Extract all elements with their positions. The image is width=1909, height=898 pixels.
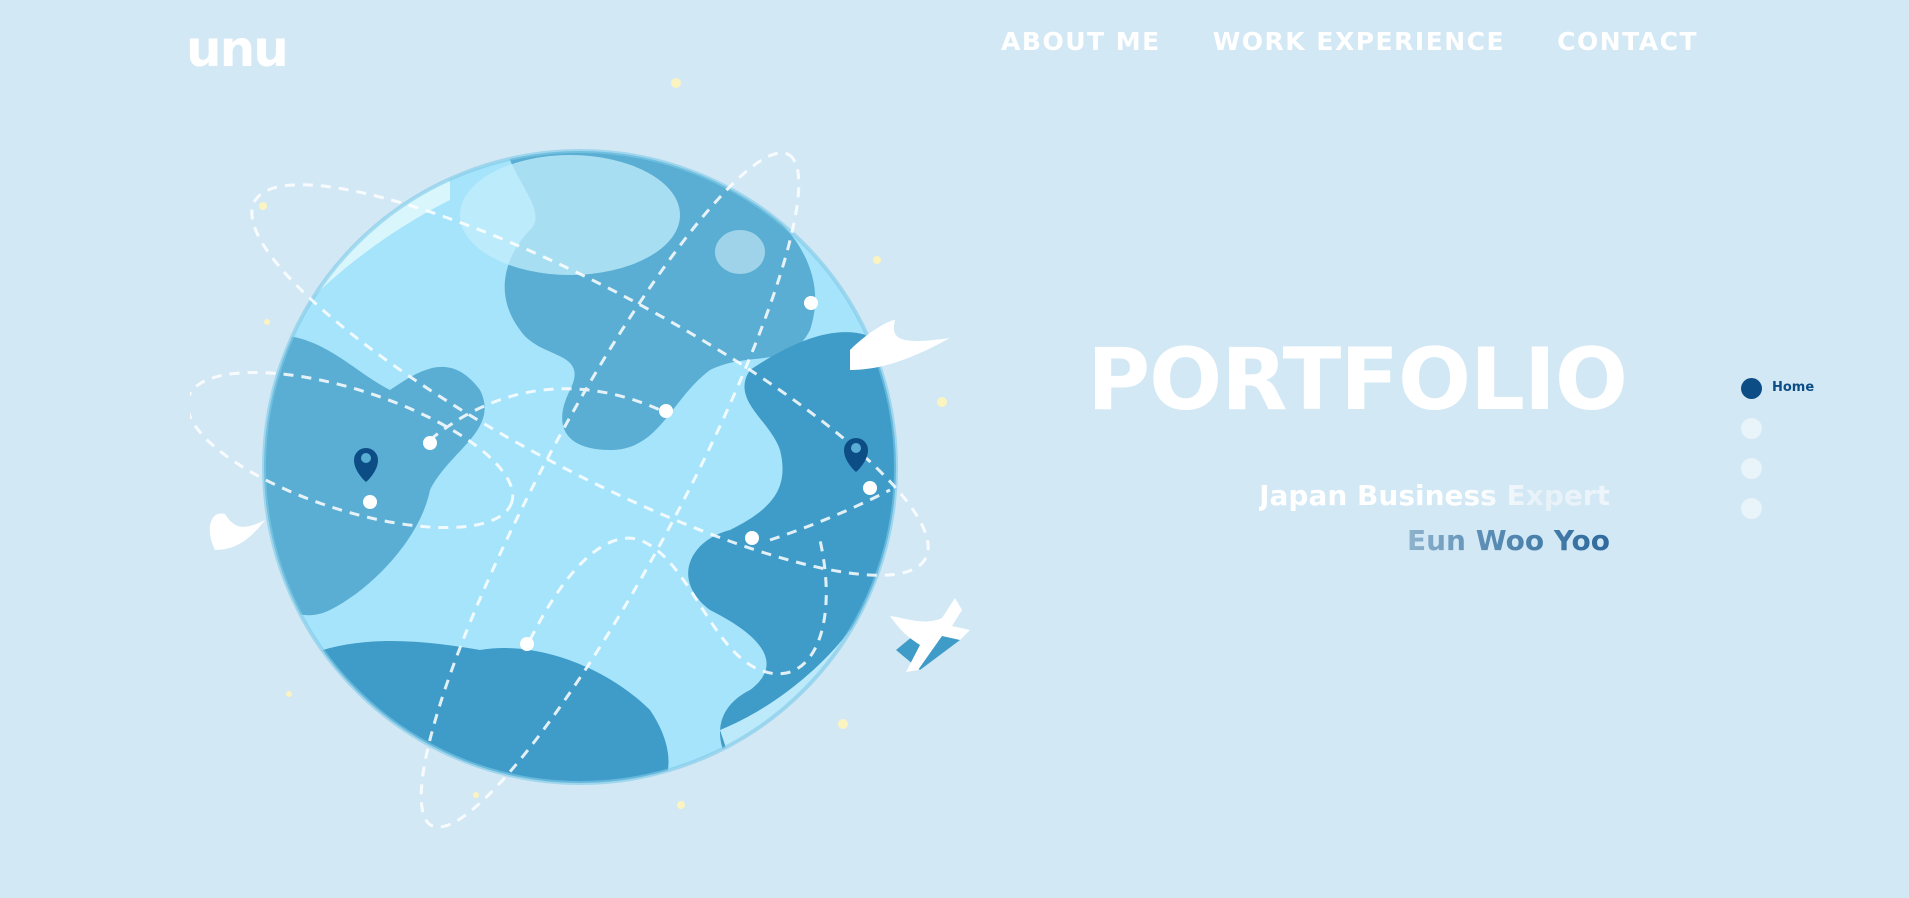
author-name: Eun Woo Yoo [1407, 521, 1610, 561]
logo[interactable]: unu [186, 24, 289, 74]
pager-dot-home[interactable] [1741, 378, 1762, 399]
nav-contact[interactable]: CONTACT [1557, 26, 1698, 58]
pager-label-home: Home [1772, 380, 1815, 395]
page-title: PORTFOLIO [1087, 330, 1628, 430]
globe-illustration [60, 28, 1040, 870]
nav-about-me[interactable]: ABOUT ME [1001, 26, 1161, 58]
globe-icon [60, 28, 1040, 829]
main-nav: ABOUT ME WORK EXPERIENCE CONTACT [1001, 26, 1698, 58]
pager-dot-4[interactable] [1741, 498, 1762, 519]
pager-dot-3[interactable] [1741, 458, 1762, 479]
nav-work-experience[interactable]: WORK EXPERIENCE [1213, 26, 1505, 58]
pager-dot-2[interactable] [1741, 418, 1762, 439]
subtitle: Japan Business Expert [1259, 476, 1610, 516]
airplane-icon [890, 598, 970, 672]
